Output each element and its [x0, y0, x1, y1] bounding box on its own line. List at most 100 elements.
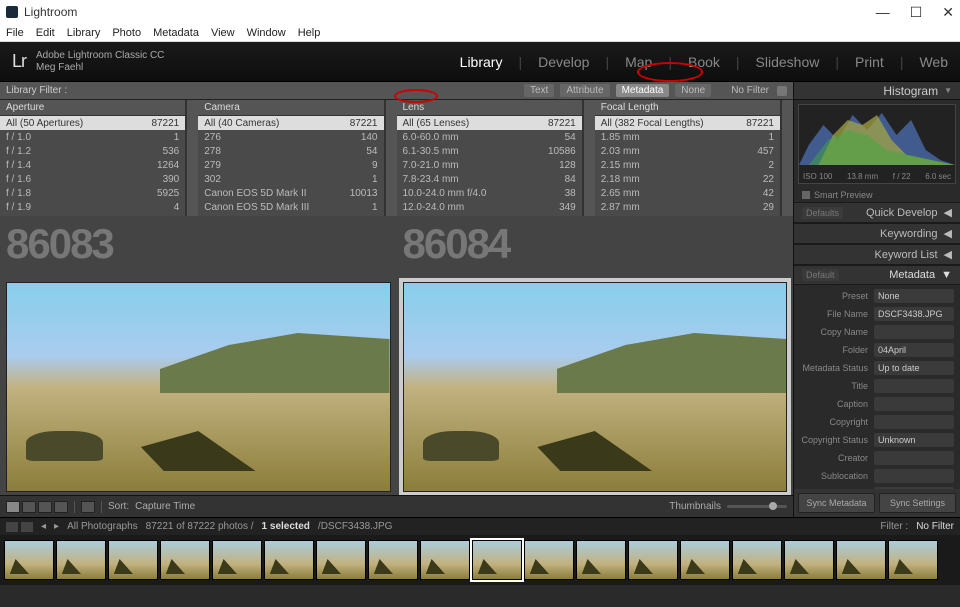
- metadata-value[interactable]: [874, 469, 954, 483]
- filter-row[interactable]: f / 1.2536: [0, 144, 185, 158]
- grid-view[interactable]: 86083 86084: [0, 216, 793, 495]
- metadata-value[interactable]: DSCF3438.JPG: [874, 307, 954, 321]
- menu-metadata[interactable]: Metadata: [153, 27, 199, 39]
- filmstrip-thumb[interactable]: [836, 540, 886, 580]
- grid-view-icon[interactable]: [6, 501, 20, 513]
- sort-value[interactable]: Capture Time: [135, 501, 195, 512]
- column-header[interactable]: Camera: [198, 100, 383, 116]
- menu-photo[interactable]: Photo: [112, 27, 141, 39]
- filter-row[interactable]: 2.87 mm29: [595, 200, 780, 214]
- filter-row[interactable]: 3021: [198, 172, 383, 186]
- filmstrip[interactable]: [0, 535, 960, 585]
- filter-row[interactable]: f / 1.01: [0, 130, 185, 144]
- histogram[interactable]: ISO 100 13.8 mm f / 22 6.0 sec: [798, 104, 956, 184]
- menu-view[interactable]: View: [211, 27, 235, 39]
- filter-row[interactable]: All (65 Lenses)87221: [397, 116, 582, 130]
- filter-row[interactable]: 10.0-24.0 mm f/4.038: [397, 186, 582, 200]
- module-develop[interactable]: Develop: [538, 54, 589, 70]
- column-scrollbar[interactable]: [385, 100, 397, 216]
- menu-edit[interactable]: Edit: [36, 27, 55, 39]
- filter-row[interactable]: 2.18 mm22: [595, 172, 780, 186]
- column-scrollbar[interactable]: [583, 100, 595, 216]
- metadata-value[interactable]: Unknown: [874, 433, 954, 447]
- sync-metadata-button[interactable]: Sync Metadata: [798, 493, 875, 513]
- filmstrip-thumb[interactable]: [888, 540, 938, 580]
- panel-header[interactable]: DefaultsQuick Develop◀: [794, 202, 960, 223]
- compare-view-icon[interactable]: [38, 501, 52, 513]
- panel-header[interactable]: DefaultMetadata▼: [794, 265, 960, 285]
- filter-row[interactable]: f / 1.6390: [0, 172, 185, 186]
- filmstrip-thumb[interactable]: [108, 540, 158, 580]
- loupe-view-icon[interactable]: [22, 501, 36, 513]
- module-web[interactable]: Web: [919, 54, 948, 70]
- column-scrollbar[interactable]: [781, 100, 793, 216]
- module-print[interactable]: Print: [855, 54, 884, 70]
- maximize-button[interactable]: ☐: [910, 4, 923, 21]
- filter-metadata[interactable]: Metadata: [616, 84, 670, 97]
- filmstrip-thumb[interactable]: [680, 540, 730, 580]
- module-slideshow[interactable]: Slideshow: [756, 54, 820, 70]
- metadata-value[interactable]: [874, 397, 954, 411]
- filmstrip-filter-value[interactable]: No Filter: [916, 521, 954, 532]
- filter-row[interactable]: Canon EOS 5D Mark II10013: [198, 186, 383, 200]
- module-map[interactable]: Map: [625, 54, 652, 70]
- filter-attribute[interactable]: Attribute: [560, 84, 609, 97]
- filter-row[interactable]: f / 1.85925: [0, 186, 185, 200]
- filmstrip-thumb[interactable]: [368, 540, 418, 580]
- metadata-value[interactable]: [874, 325, 954, 339]
- filter-row[interactable]: All (382 Focal Lengths)87221: [595, 116, 780, 130]
- filter-row[interactable]: 6.0-60.0 mm54: [397, 130, 582, 144]
- filter-row[interactable]: 27854: [198, 144, 383, 158]
- source-label[interactable]: All Photographs: [67, 521, 138, 532]
- filter-row[interactable]: Canon EOS 5D Mark III1: [198, 200, 383, 214]
- survey-view-icon[interactable]: [54, 501, 68, 513]
- metadata-value[interactable]: 04April: [874, 343, 954, 357]
- column-header[interactable]: Lens: [397, 100, 582, 116]
- minimize-button[interactable]: —: [876, 4, 890, 21]
- filmstrip-thumb[interactable]: [576, 540, 626, 580]
- filmstrip-thumb[interactable]: [264, 540, 314, 580]
- thumbnail-cell[interactable]: 86084: [397, 216, 794, 495]
- sync-settings-button[interactable]: Sync Settings: [879, 493, 956, 513]
- filmstrip-thumb[interactable]: [4, 540, 54, 580]
- filter-row[interactable]: All (50 Apertures)87221: [0, 116, 185, 130]
- thumbnail-size-slider[interactable]: [727, 505, 787, 508]
- filter-row[interactable]: f / 1.94: [0, 200, 185, 214]
- filter-row[interactable]: 6.1-30.5 mm10586: [397, 144, 582, 158]
- metadata-value[interactable]: [874, 379, 954, 393]
- column-header[interactable]: Aperture: [0, 100, 185, 116]
- histogram-header[interactable]: Histogram▼: [794, 82, 960, 100]
- preset-value[interactable]: None: [874, 289, 954, 303]
- metadata-value[interactable]: Up to date: [874, 361, 954, 375]
- column-scrollbar[interactable]: [186, 100, 198, 216]
- thumbnail-image[interactable]: [6, 282, 391, 492]
- filter-row[interactable]: 2.15 mm2: [595, 158, 780, 172]
- filmstrip-thumb[interactable]: [628, 540, 678, 580]
- filmstrip-thumb[interactable]: [160, 540, 210, 580]
- column-header[interactable]: Focal Length: [595, 100, 780, 116]
- filter-row[interactable]: 276140: [198, 130, 383, 144]
- filter-row[interactable]: 1.85 mm1: [595, 130, 780, 144]
- filter-row[interactable]: 2.03 mm457: [595, 144, 780, 158]
- menu-window[interactable]: Window: [247, 27, 286, 39]
- filmstrip-thumb[interactable]: [316, 540, 366, 580]
- close-button[interactable]: ✕: [942, 4, 954, 21]
- filmstrip-thumb[interactable]: [732, 540, 782, 580]
- grid-icon[interactable]: [21, 522, 33, 532]
- metadata-value[interactable]: [874, 415, 954, 429]
- filmstrip-thumb[interactable]: [56, 540, 106, 580]
- filter-lock-icon[interactable]: [777, 86, 787, 96]
- panel-header[interactable]: Keywording◀: [794, 223, 960, 244]
- filter-row[interactable]: 7.0-21.0 mm128: [397, 158, 582, 172]
- metadata-value[interactable]: [874, 451, 954, 465]
- filter-row[interactable]: 2799: [198, 158, 383, 172]
- thumbnail-image-selected[interactable]: [403, 282, 788, 492]
- menu-help[interactable]: Help: [298, 27, 321, 39]
- filter-row[interactable]: 2.65 mm42: [595, 186, 780, 200]
- menu-library[interactable]: Library: [67, 27, 101, 39]
- filter-row[interactable]: 12.0-24.0 mm349: [397, 200, 582, 214]
- menu-file[interactable]: File: [6, 27, 24, 39]
- filmstrip-thumb[interactable]: [524, 540, 574, 580]
- filmstrip-thumb[interactable]: [784, 540, 834, 580]
- filter-none[interactable]: None: [675, 84, 711, 97]
